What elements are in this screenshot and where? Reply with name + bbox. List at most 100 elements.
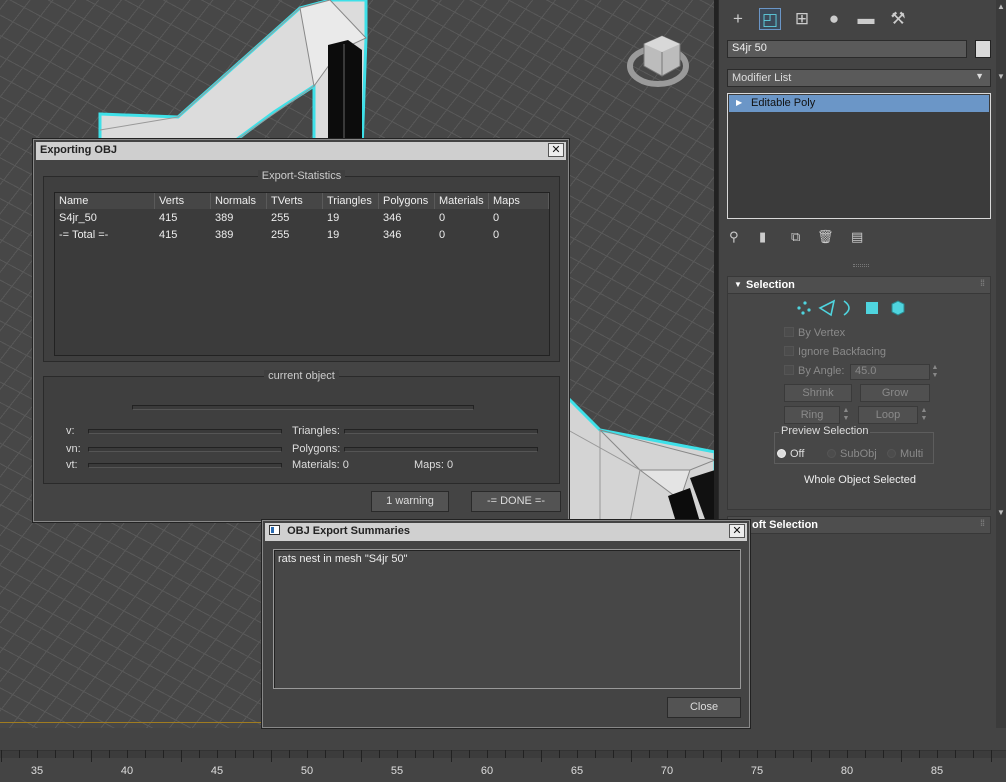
display-icon[interactable]: ▬ [855,8,877,30]
border-icon[interactable] [843,300,850,316]
ring-button[interactable]: Ring [784,406,840,424]
element-icon[interactable] [891,300,905,316]
column-header-normals[interactable]: Normals [211,193,267,209]
hierarchy-icon[interactable]: ⊞ [791,8,813,30]
timeline-tick [595,750,596,758]
scroll-up-icon[interactable]: ▲ [997,2,1005,11]
export-statistics-group: Export-Statistics Name Verts Normals TVe… [43,170,560,362]
command-panel: + ◰ ⊞ ● ▬ ⚒ S4jr 50 Modifier List ▼ ▶ Ed… [718,0,1006,728]
materials-label: Materials: 0 [292,459,349,471]
remove-modifier-icon[interactable]: 🗑 [817,229,834,245]
expand-arrow-icon[interactable]: ▶ [736,98,742,107]
column-header-polygons[interactable]: Polygons [379,193,435,209]
timeline-tick [811,750,812,762]
vertex-icon[interactable] [797,301,811,315]
preview-selection-group: Preview Selection Off SubObj Multi [774,425,934,464]
polygon-icon[interactable] [866,302,878,314]
timeline-tick [991,750,992,762]
create-icon[interactable]: + [727,8,749,30]
preview-off-label: Off [790,448,805,460]
preview-multi-label: Multi [900,448,924,460]
panel-splitter[interactable] [853,264,869,267]
timeline-tick [379,750,380,758]
timeline-tick [433,750,434,758]
angle-input[interactable]: 45.0 [850,364,930,380]
stack-item-editable-poly[interactable]: ▶ Editable Poly [729,95,989,112]
loop-button[interactable]: Loop [858,406,918,424]
summary-text-area[interactable]: rats nest in mesh "S4jr 50" [273,549,741,689]
make-unique-icon[interactable]: ⧉ [791,229,800,245]
edge-icon[interactable] [818,299,836,317]
warning-button[interactable]: 1 warning [371,491,449,512]
timeline-tick [973,750,974,758]
object-name-field[interactable]: S4jr 50 [727,40,967,58]
timeline-track[interactable] [0,750,1006,758]
timeline-frame-label: 75 [750,765,764,777]
panel-scrollbar[interactable]: ▲ ▼ ▼ [996,0,1006,728]
timeline-tick [775,750,776,758]
motion-icon[interactable]: ● [823,8,845,30]
cell-triangles: 19 [327,229,340,241]
scroll-down-icon[interactable]: ▼ [997,508,1005,517]
column-header-verts[interactable]: Verts [155,193,211,209]
soft-selection-rollout-header[interactable]: oft Selection ⁞⁞ [727,516,991,534]
modify-icon[interactable]: ◰ [759,8,781,30]
timeline-tick [685,750,686,758]
close-icon[interactable]: ✕ [548,143,564,157]
by-vertex-checkbox[interactable]: By Vertex [784,327,845,339]
angle-spinner[interactable]: ▲ ▼ [931,364,939,380]
timeline-tick [487,750,488,758]
ring-spinner[interactable]: ▲ ▼ [842,407,850,423]
timeline-tick [73,750,74,758]
column-header-tverts[interactable]: TVerts [267,193,323,209]
timeline-frame-label: 85 [930,765,944,777]
modifier-list-dropdown[interactable]: Modifier List ▼ [727,69,991,87]
export-statistics-table[interactable]: Name Verts Normals TVerts Triangles Poly… [54,192,550,356]
collapse-arrow-icon: ▼ [734,280,742,289]
scroll-down-icon[interactable]: ▼ [997,72,1005,81]
shrink-button[interactable]: Shrink [784,384,852,402]
by-angle-checkbox[interactable]: By Angle: [784,365,844,377]
subobject-level-icons [797,299,905,317]
current-object-title: current object [264,370,339,382]
ignore-backfacing-checkbox[interactable]: Ignore Backfacing [784,346,886,358]
timeline-tick [415,750,416,758]
preview-subobj-radio[interactable]: SubObj [827,448,877,460]
timeline-frame-label: 40 [120,765,134,777]
grow-button[interactable]: Grow [860,384,930,402]
close-button[interactable]: Close [667,697,741,718]
pin-stack-icon[interactable]: ⚲ [729,229,739,245]
selection-rollout-header[interactable]: ▼ Selection ⁞⁞ [727,276,991,294]
object-color-swatch[interactable] [975,40,991,58]
column-header-materials[interactable]: Materials [435,193,489,209]
loop-spinner[interactable]: ▲ ▼ [920,407,928,423]
show-end-result-icon[interactable]: ▮ [759,229,766,245]
close-icon[interactable]: ✕ [729,524,745,538]
preview-off-radio[interactable]: Off [777,448,804,460]
modifier-stack[interactable]: ▶ Editable Poly [727,93,991,219]
timeline-ruler[interactable]: 35 40 45 50 55 60 65 70 75 80 85 [0,728,1006,782]
table-header: Name Verts Normals TVerts Triangles Poly… [55,193,549,209]
table-row[interactable]: -= Total =- 415 389 255 19 346 0 0 [55,229,549,245]
exporting-obj-titlebar[interactable]: Exporting OBJ ✕ [36,142,566,160]
column-header-name[interactable]: Name [55,193,155,209]
preview-multi-radio[interactable]: Multi [887,448,923,460]
timeline-tick [253,750,254,758]
preview-selection-label: Preview Selection [779,425,871,437]
summaries-titlebar[interactable]: OBJ Export Summaries ✕ [265,523,747,541]
done-button[interactable]: -= DONE =- [471,491,561,512]
timeline-tick [577,750,578,758]
timeline-tick [37,750,38,758]
configure-modifier-sets-icon[interactable]: ▤ [851,229,863,245]
column-header-maps[interactable]: Maps [489,193,549,209]
timeline-tick [199,750,200,758]
export-statistics-title: Export-Statistics [257,170,346,182]
timeline-tick [865,750,866,758]
timeline-tick [739,750,740,758]
table-row[interactable]: S4jr_50 415 389 255 19 346 0 0 [55,212,549,228]
cell-name: S4jr_50 [59,212,97,224]
selection-rollout-body: By Vertex Ignore Backfacing By Angle: 45… [727,294,991,510]
column-header-triangles[interactable]: Triangles [323,193,379,209]
utilities-icon[interactable]: ⚒ [887,8,909,30]
cell-verts: 415 [159,229,178,241]
